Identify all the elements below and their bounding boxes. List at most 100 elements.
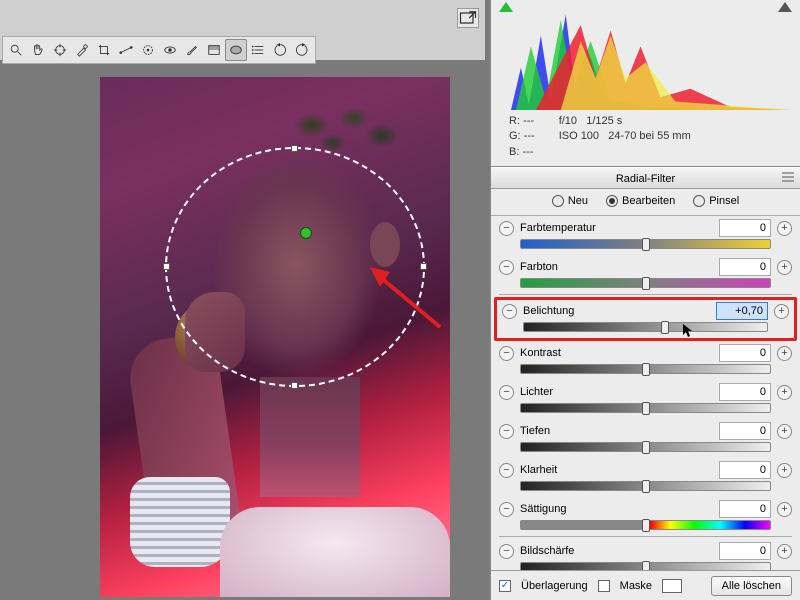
- value-exposure[interactable]: [716, 302, 768, 320]
- plus-clarity[interactable]: +: [777, 463, 792, 478]
- slider-shadows: −Tiefen+: [491, 419, 800, 452]
- spot-tool-icon[interactable]: [137, 39, 159, 61]
- value-tint[interactable]: [719, 258, 771, 276]
- graduated-tool-icon[interactable]: [203, 39, 225, 61]
- overlay-checkbox[interactable]: ✓: [499, 580, 511, 592]
- right-panel: R: --- G: --- B: --- f/10 1/125 s ISO 10…: [490, 0, 800, 600]
- zoom-tool-icon[interactable]: [5, 39, 27, 61]
- crop-tool-icon[interactable]: [93, 39, 115, 61]
- redeye-tool-icon[interactable]: [159, 39, 181, 61]
- mode-new[interactable]: Neu: [552, 195, 588, 207]
- minus-temp[interactable]: −: [499, 221, 514, 236]
- target-tool-icon[interactable]: [49, 39, 71, 61]
- mode-brush[interactable]: Pinsel: [693, 195, 739, 207]
- minus-shadows[interactable]: −: [499, 424, 514, 439]
- histogram[interactable]: [491, 0, 800, 110]
- straighten-tool-icon[interactable]: [115, 39, 137, 61]
- minus-clarity[interactable]: −: [499, 463, 514, 478]
- meta-g-label: G:: [509, 130, 521, 142]
- radial-tool-icon[interactable]: [225, 39, 247, 61]
- plus-tint[interactable]: +: [777, 260, 792, 275]
- value-clarity[interactable]: [719, 461, 771, 479]
- slider-saturation: −Sättigung+: [491, 497, 800, 530]
- mask-label: Maske: [620, 580, 652, 592]
- value-sharp[interactable]: [719, 542, 771, 560]
- rotate-cw-icon[interactable]: [291, 39, 313, 61]
- value-shadows[interactable]: [719, 422, 771, 440]
- popout-button[interactable]: [457, 8, 479, 28]
- panel-footer: ✓ Überlagerung ✓ Maske Alle löschen: [491, 570, 800, 600]
- slider-clarity: −Klarheit+: [491, 458, 800, 491]
- meta-shutter: 1/125 s: [586, 115, 622, 127]
- hand-tool-icon[interactable]: [27, 39, 49, 61]
- panel-menu-icon[interactable]: [782, 172, 794, 185]
- mask-checkbox[interactable]: ✓: [598, 580, 610, 592]
- plus-shadows[interactable]: +: [777, 424, 792, 439]
- clear-all-button[interactable]: Alle löschen: [711, 576, 792, 596]
- thumb-contrast[interactable]: [642, 363, 650, 376]
- handle-top[interactable]: [291, 145, 298, 152]
- value-highlights[interactable]: [719, 383, 771, 401]
- meta-aperture: f/10: [559, 115, 577, 127]
- minus-tint[interactable]: −: [499, 260, 514, 275]
- thumb-highlights[interactable]: [642, 402, 650, 415]
- minus-highlights[interactable]: −: [499, 385, 514, 400]
- annotation-arrow-icon: [365, 262, 445, 332]
- minus-exposure[interactable]: −: [502, 304, 517, 319]
- thumb-clarity[interactable]: [642, 480, 650, 493]
- plus-sharp[interactable]: +: [777, 544, 792, 559]
- list-tool-icon[interactable]: [247, 39, 269, 61]
- track-exposure[interactable]: [523, 322, 768, 332]
- overlay-label: Überlagerung: [521, 580, 588, 592]
- radial-pin[interactable]: [300, 227, 312, 239]
- track-clarity[interactable]: [520, 481, 771, 491]
- meta-lens: 24-70 bei 55 mm: [608, 130, 691, 142]
- slider-tint: −Farbton +: [491, 255, 800, 288]
- handle-bottom[interactable]: [291, 382, 298, 389]
- mode-row: Neu Bearbeiten Pinsel: [491, 189, 800, 216]
- minus-saturation[interactable]: −: [499, 502, 514, 517]
- thumb-tint[interactable]: [642, 277, 650, 290]
- mode-edit[interactable]: Bearbeiten: [606, 195, 675, 207]
- sampler-tool-icon[interactable]: [71, 39, 93, 61]
- brush-tool-icon[interactable]: [181, 39, 203, 61]
- clip-shadow-icon[interactable]: [499, 2, 513, 12]
- top-toolbar-area: [0, 0, 485, 60]
- value-contrast[interactable]: [719, 344, 771, 362]
- slider-sharp: −Bildschärfe+: [491, 539, 800, 572]
- value-saturation[interactable]: [719, 500, 771, 518]
- label-tint: Farbton: [520, 261, 713, 273]
- meta-iso: ISO 100: [559, 130, 599, 142]
- thumb-exposure[interactable]: [661, 321, 669, 334]
- meta-b-label: B:: [509, 146, 519, 158]
- plus-contrast[interactable]: +: [777, 346, 792, 361]
- value-temp[interactable]: [719, 219, 771, 237]
- image-canvas[interactable]: [100, 77, 450, 597]
- track-contrast[interactable]: [520, 364, 771, 374]
- track-tint[interactable]: [520, 278, 771, 288]
- handle-left[interactable]: [163, 263, 170, 270]
- plus-temp[interactable]: +: [777, 221, 792, 236]
- slider-temp: −Farbtemperatur+: [491, 216, 800, 249]
- track-shadows[interactable]: [520, 442, 771, 452]
- plus-exposure[interactable]: +: [774, 304, 789, 319]
- minus-contrast[interactable]: −: [499, 346, 514, 361]
- minus-sharp[interactable]: −: [499, 544, 514, 559]
- thumb-saturation[interactable]: [642, 519, 650, 532]
- plus-highlights[interactable]: +: [777, 385, 792, 400]
- tool-strip: [2, 36, 316, 64]
- track-temp[interactable]: [520, 239, 771, 249]
- rotate-ccw-icon[interactable]: [269, 39, 291, 61]
- label-highlights: Lichter: [520, 386, 713, 398]
- plus-saturation[interactable]: +: [777, 502, 792, 517]
- label-contrast: Kontrast: [520, 347, 713, 359]
- mask-color-swatch[interactable]: [662, 579, 682, 593]
- photo-cuff: [130, 477, 230, 567]
- thumb-temp[interactable]: [642, 238, 650, 251]
- track-saturation[interactable]: [520, 520, 771, 530]
- exif-meta: R: --- G: --- B: --- f/10 1/125 s ISO 10…: [491, 110, 800, 167]
- cursor-icon: [683, 324, 695, 343]
- thumb-shadows[interactable]: [642, 441, 650, 454]
- clip-highlight-icon[interactable]: [778, 2, 792, 12]
- track-highlights[interactable]: [520, 403, 771, 413]
